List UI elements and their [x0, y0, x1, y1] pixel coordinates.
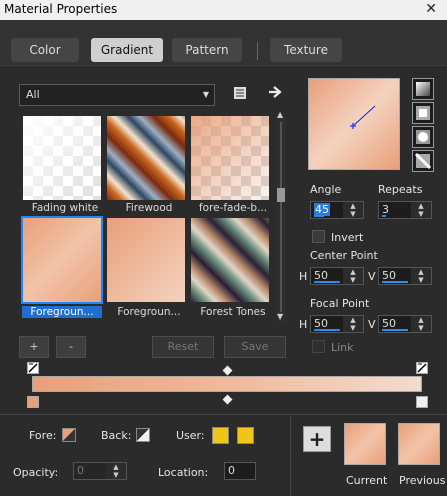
center-h-label: H	[299, 270, 308, 283]
angle-spinner[interactable]: 45 ▲ ▼	[310, 201, 364, 219]
back-label: Back:	[101, 429, 132, 442]
bottom-midpoint-marker[interactable]	[222, 394, 233, 405]
current-label: Current	[346, 474, 388, 487]
center-point-label: Center Point	[310, 249, 378, 262]
spinner-arrows-icon[interactable]: ▲ ▼	[343, 316, 363, 332]
opacity-spinner[interactable]: 0 ▲ ▼	[73, 462, 127, 480]
gradient-thumb-foreground-2[interactable]: Foregroun...	[107, 218, 185, 318]
center-h-spinner[interactable]: 50 ▲ ▼	[310, 267, 364, 285]
link-label: Link	[331, 341, 354, 354]
thumb-label: Fading white	[31, 202, 99, 214]
focal-point-label: Focal Point	[310, 297, 370, 310]
add-gradient-button[interactable]: +	[19, 336, 49, 358]
category-value: All	[26, 88, 40, 101]
thumb-label: Firewood	[125, 202, 173, 214]
focal-v-spinner[interactable]: 50 ▲ ▼	[378, 315, 432, 333]
start-fore-marker[interactable]	[27, 362, 39, 374]
spinner-arrows-icon[interactable]: ▲ ▼	[343, 202, 363, 218]
spinner-arrows-icon[interactable]: ▲ ▼	[411, 268, 431, 284]
repeats-slider-fill	[382, 215, 386, 217]
fore-label: Fore:	[29, 429, 57, 442]
end-color-stop[interactable]	[416, 396, 428, 408]
scroll-thumb[interactable]	[277, 188, 285, 202]
gradient-thumb-fore-fade[interactable]: fore-fade-b...	[191, 116, 269, 214]
tab-color[interactable]: Color	[11, 38, 79, 62]
end-fore-marker[interactable]	[416, 362, 428, 374]
scroll-track	[280, 122, 282, 312]
center-v-slider-fill	[382, 281, 408, 283]
fore-swatch-icon[interactable]	[62, 428, 76, 442]
arrow-right-icon[interactable]	[268, 85, 282, 102]
chevron-down-icon[interactable]: ▼	[277, 312, 283, 321]
gradient-style-rectangular-icon[interactable]	[412, 102, 434, 124]
book-icon[interactable]	[233, 86, 247, 103]
center-v-label: V	[368, 270, 376, 283]
tab-divider	[257, 42, 258, 60]
category-dropdown[interactable]: All ▼	[19, 84, 215, 106]
spinner-arrows-icon[interactable]: ▲ ▼	[411, 202, 431, 218]
close-icon[interactable]: ✕	[425, 1, 437, 17]
gradient-thumb-firewood[interactable]: Firewood	[107, 116, 185, 214]
spinner-arrows-icon[interactable]: ▲ ▼	[106, 463, 126, 479]
user-label: User:	[176, 429, 205, 442]
center-h-slider-fill	[314, 281, 340, 283]
gradient-style-linear-icon[interactable]	[412, 78, 434, 100]
link-checkbox[interactable]	[312, 340, 325, 353]
angle-label: Angle	[310, 183, 342, 196]
top-midpoint-marker[interactable]	[222, 365, 233, 376]
library-scrollbar[interactable]: ▲ ▼	[276, 110, 286, 324]
gradient-style-sunburst-icon[interactable]	[412, 126, 434, 148]
angle-slider-fill	[314, 215, 324, 217]
tab-pattern[interactable]: Pattern	[172, 38, 242, 62]
focal-v-slider-fill	[382, 329, 408, 331]
gradient-thumb-fading-white[interactable]: Fading white	[23, 116, 101, 214]
tab-texture[interactable]: Texture	[270, 38, 342, 62]
repeats-spinner[interactable]: 3 ▲ ▼	[378, 201, 432, 219]
title-bar: Material Properties ✕	[0, 0, 447, 20]
user-color-swatch-1[interactable]	[212, 427, 229, 444]
gradient-thumb-forest-tones[interactable]: Forest Tones	[191, 218, 269, 318]
gradient-ramp[interactable]	[32, 376, 422, 392]
focal-h-spinner[interactable]: 50 ▲ ▼	[310, 315, 364, 333]
gradient-style-radial-icon[interactable]	[412, 150, 434, 172]
thumb-label: Forest Tones	[200, 306, 266, 318]
save-button[interactable]: Save	[224, 336, 286, 358]
focal-h-slider-fill	[314, 329, 340, 331]
opacity-value[interactable]: 0	[77, 464, 84, 477]
window-title: Material Properties	[4, 2, 118, 16]
thumb-label: fore-fade-b...	[198, 202, 268, 214]
focal-v-label: V	[368, 318, 376, 331]
back-swatch-icon[interactable]	[136, 428, 150, 442]
location-label: Location:	[158, 466, 209, 479]
opacity-label: Opacity:	[13, 466, 59, 479]
user-color-swatch-2[interactable]	[237, 427, 254, 444]
spinner-arrows-icon[interactable]: ▲ ▼	[343, 268, 363, 284]
repeats-label: Repeats	[378, 183, 423, 196]
gradient-preview[interactable]	[308, 78, 400, 170]
invert-checkbox[interactable]	[312, 230, 325, 243]
chevron-up-icon[interactable]: ▲	[277, 110, 283, 119]
previous-gradient-swatch[interactable]	[398, 423, 440, 465]
start-color-stop[interactable]	[27, 396, 39, 408]
spinner-arrows-icon[interactable]: ▲ ▼	[411, 316, 431, 332]
add-to-library-button[interactable]: +	[303, 426, 331, 452]
chevron-down-icon: ▼	[202, 90, 209, 99]
thumb-label: Foregroun...	[22, 306, 102, 318]
thumb-label: Foregroun...	[117, 306, 181, 318]
angle-handle[interactable]	[309, 79, 399, 169]
location-value[interactable]: 0	[228, 464, 235, 477]
reset-button[interactable]: Reset	[152, 336, 214, 358]
tab-gradient[interactable]: Gradient	[91, 38, 163, 62]
focal-h-label: H	[299, 318, 308, 331]
gradient-thumb-foreground-1[interactable]: Foregroun...	[21, 216, 103, 318]
previous-label: Previous	[399, 474, 446, 487]
invert-label: Invert	[331, 231, 364, 244]
location-field[interactable]: 0	[224, 462, 256, 480]
bottom-divider	[290, 416, 291, 496]
center-v-spinner[interactable]: 50 ▲ ▼	[378, 267, 432, 285]
remove-gradient-button[interactable]: -	[56, 336, 86, 358]
current-gradient-swatch[interactable]	[344, 423, 386, 465]
